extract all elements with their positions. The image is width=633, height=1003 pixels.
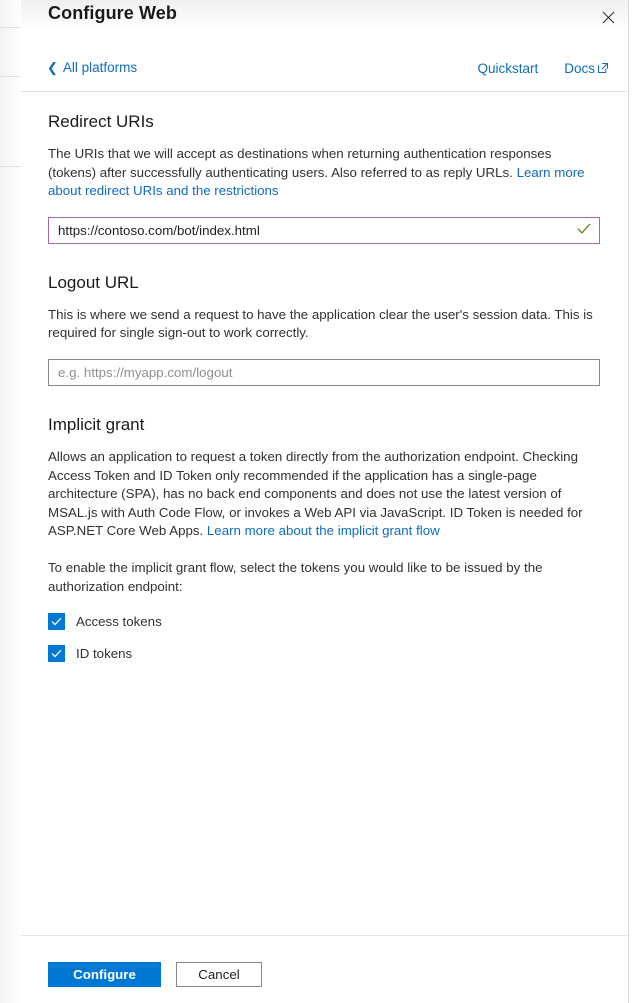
- section-title-redirect-uris: Redirect URIs: [48, 112, 154, 131]
- blade-content: Redirect URIs The URIs that we will acce…: [21, 92, 628, 935]
- section-description-logout-url: This is where we send a request to have …: [48, 306, 593, 341]
- checkbox-label: Access tokens: [76, 613, 162, 629]
- docs-link[interactable]: Docs: [564, 58, 609, 80]
- checkbox-checked-box: [48, 612, 65, 630]
- configure-web-blade: Configure Web ❮ All platforms Quickstart…: [21, 0, 629, 1003]
- back-link-label: All platforms: [62, 60, 138, 75]
- background-row-divider: [0, 27, 21, 28]
- section-title-logout-url: Logout URL: [48, 272, 139, 292]
- checkbox-checked-box: [48, 644, 65, 662]
- blade-footer: Configure Cancel: [21, 936, 628, 1003]
- back-to-all-platforms-link[interactable]: ❮ All platforms: [47, 58, 137, 78]
- cancel-button[interactable]: Cancel: [176, 962, 262, 987]
- background-row-divider: [0, 76, 21, 77]
- blade-header: Configure Web ❮ All platforms Quickstart…: [21, 0, 628, 92]
- page-title: Configure Web: [48, 3, 177, 23]
- implicit-grant-prompt: To enable the implicit grant flow, selec…: [48, 559, 543, 594]
- section-description-redirect-uris: The URIs that we will accept as destinat…: [48, 145, 600, 201]
- background-row-divider: [0, 166, 21, 167]
- configure-button[interactable]: Configure: [48, 962, 161, 987]
- checkbox-label: ID tokens: [76, 645, 133, 661]
- quickstart-link[interactable]: Quickstart: [477, 59, 538, 79]
- redirect-description-text: The URIs that we will accept as destinat…: [48, 146, 552, 180]
- external-link-icon: [597, 60, 609, 80]
- checkbox-id-tokens[interactable]: ID tokens: [48, 642, 600, 664]
- background-list-strip: [0, 0, 22, 1003]
- docs-label: Docs: [564, 61, 595, 76]
- section-title-implicit-grant: Implicit grant: [48, 414, 145, 434]
- close-icon: [602, 11, 615, 24]
- checkbox-access-tokens[interactable]: Access tokens: [48, 610, 600, 632]
- logout-url-placeholder: e.g. https://myapp.com/logout: [58, 364, 233, 380]
- checkmark-icon: [577, 223, 591, 238]
- blade-command-bar: ❮ All platforms Quickstart Docs: [21, 58, 628, 82]
- redirect-uri-input[interactable]: https://contoso.com/bot/index.html: [48, 216, 600, 244]
- chevron-left-icon: ❮: [47, 60, 58, 75]
- command-bar-links: Quickstart Docs: [477, 58, 609, 80]
- logout-url-input[interactable]: e.g. https://myapp.com/logout: [48, 358, 600, 386]
- close-button[interactable]: [592, 2, 624, 32]
- quickstart-label: Quickstart: [477, 61, 539, 76]
- redirect-uri-input-value: https://contoso.com/bot/index.html: [58, 222, 260, 238]
- section-description-implicit-grant: Allows an application to request a token…: [48, 448, 600, 541]
- implicit-grant-learn-more-link[interactable]: Learn more about the implicit grant flow: [207, 523, 440, 538]
